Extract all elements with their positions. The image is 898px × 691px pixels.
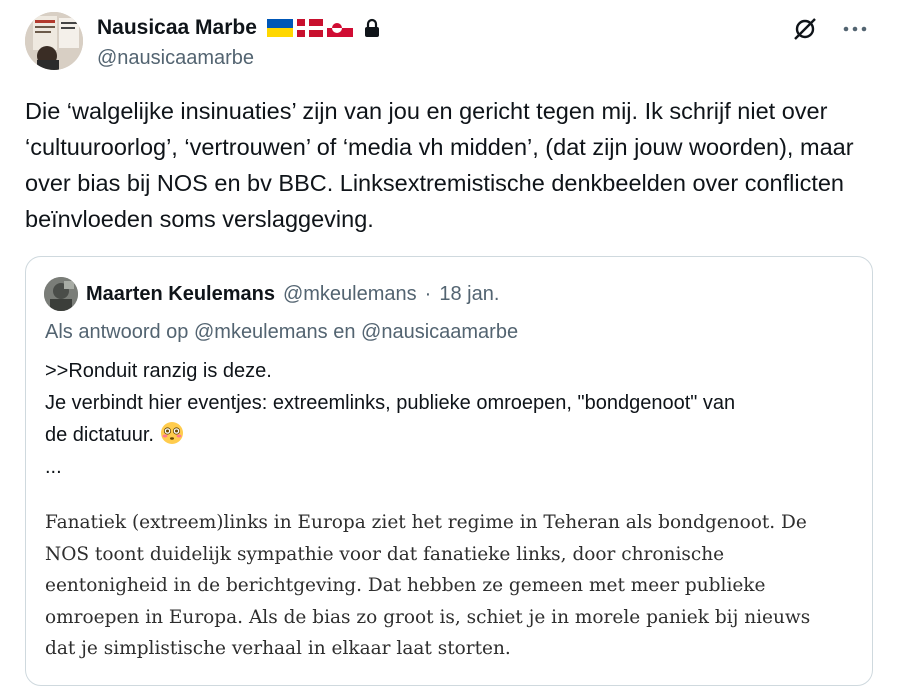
author-avatar[interactable] [25,12,83,70]
lock-icon [364,18,379,37]
author-row: Nausicaa Marbe [97,16,381,40]
more-options-icon[interactable] [840,14,870,44]
author-name[interactable]: Nausicaa Marbe [97,16,257,40]
quote-text-image: Fanatiek (extreem)links in Europa ziet h… [45,507,865,665]
quote-body: >>Ronduit ranzig is deze. Je verbindt hi… [45,355,855,483]
ukraine-flag-icon [266,19,293,37]
image-text-line: NOS toont duidelijk sympathie voor dat f… [45,543,725,565]
flushed-face-icon [160,422,183,444]
quote-author-handle: @mkeulemans [282,282,417,305]
grok-icon[interactable] [790,14,820,44]
quoted-tweet[interactable]: Maarten Keulemans @mkeulemans · 18 jan. … [25,256,873,686]
quote-line: >>Ronduit ranzig is deze. [45,360,272,382]
author-handle[interactable]: @nausicaamarbe [97,47,254,70]
reply-to-line: Als antwoord op @mkeulemans en @nausicaa… [45,321,519,343]
image-text-line: eentonigheid in de berichtgeving. Dat he… [45,575,766,596]
flag-emoji-group [266,19,353,37]
quote-line: de dictatuur. [45,424,154,446]
quote-line: Je verbindt hier eventjes: extreemlinks,… [45,392,736,414]
quote-header: Maarten Keulemans @mkeulemans · 18 jan. [44,277,499,311]
greenland-flag-icon [326,19,353,37]
image-text-line: dat je simplistische verhaal in elkaar l… [45,638,511,659]
quote-avatar-image [44,277,78,311]
quote-author-name: Maarten Keulemans [86,282,275,305]
quote-line-with-emoji: de dictatuur. [45,419,855,451]
avatar-image [25,12,83,70]
grok-icon-svg [794,18,816,40]
tweet-actions [790,14,870,44]
quote-avatar [44,277,78,311]
image-text-line: omroepen in Europa. Als de bias zo groot… [45,606,811,628]
quote-separator: · [424,282,432,305]
tweet-text: Die ‘walgelijke insinuaties’ zijn van jo… [25,98,854,232]
quote-line: ... [45,456,62,478]
quote-date: 18 jan. [439,282,500,305]
denmark-flag-icon [296,19,323,37]
more-dots-icon [843,26,867,32]
image-text-line: Fanatiek (extreem)links in Europa ziet h… [45,512,807,533]
